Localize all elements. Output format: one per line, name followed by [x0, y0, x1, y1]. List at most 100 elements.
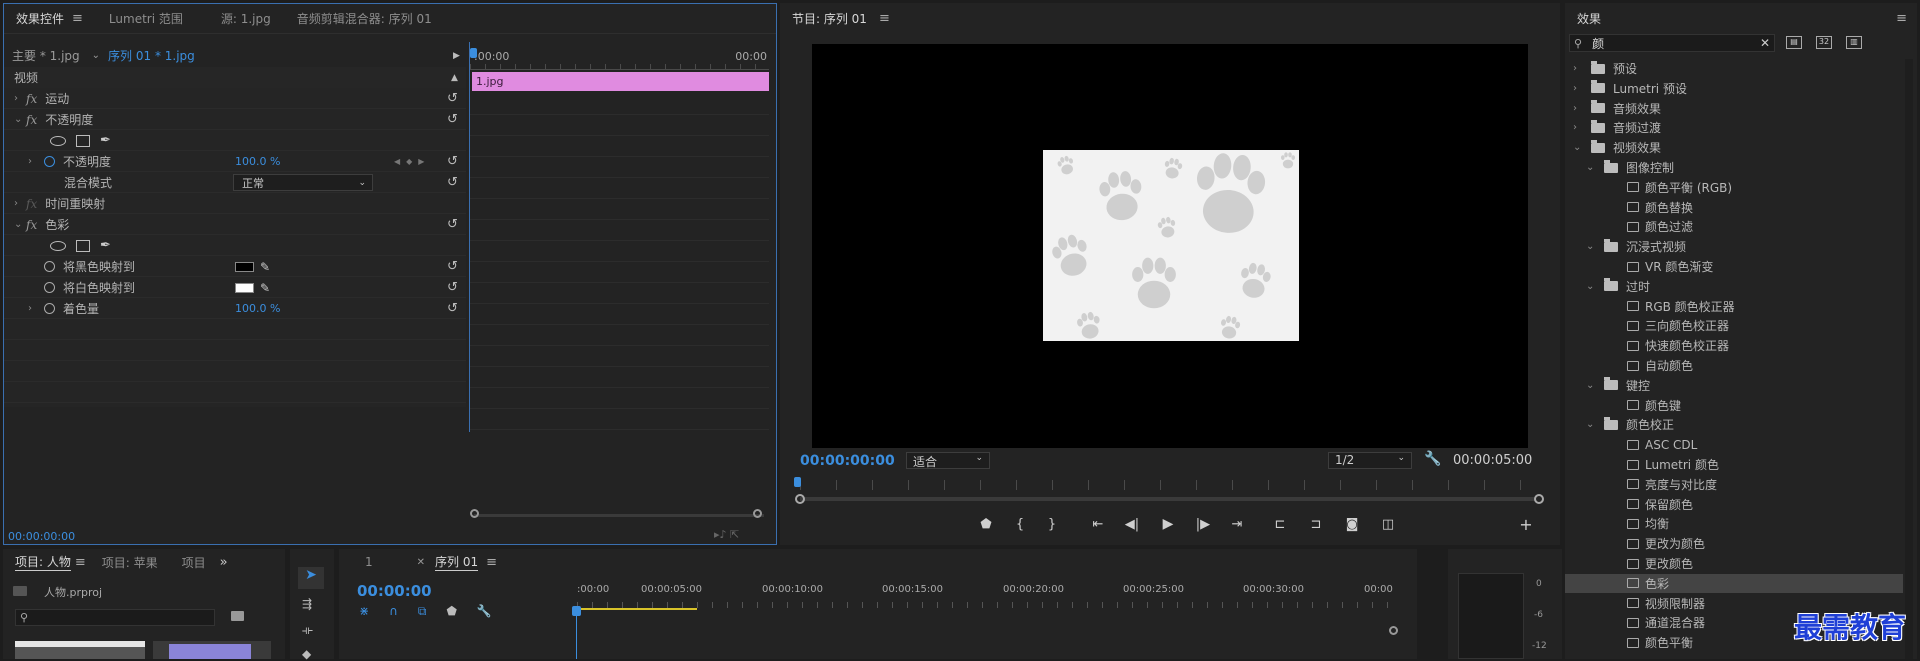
effects-effect-item[interactable]: 保留颜色	[1565, 495, 1903, 514]
effects-effect-item[interactable]: Lumetri 颜色	[1565, 455, 1903, 474]
add-marker-icon[interactable]: ⬟	[976, 517, 996, 532]
chevron-down-icon[interactable]: ⌄	[1586, 281, 1596, 292]
rectangle-mask-icon[interactable]	[76, 239, 90, 252]
selection-tool-icon[interactable]: ➤	[298, 567, 324, 589]
step-forward-icon[interactable]: |▶	[1193, 517, 1213, 532]
add-marker-icon[interactable]: ⬟	[446, 604, 456, 619]
panel-menu-icon[interactable]: ≡	[879, 11, 890, 26]
tab-lumetri-scopes[interactable]: Lumetri 范围	[109, 10, 183, 27]
play-icon[interactable]: ▶	[1158, 516, 1178, 532]
timeline-scroll-handle[interactable]	[1389, 626, 1398, 635]
search-input[interactable]: 颜	[1592, 35, 1604, 52]
lift-icon[interactable]: ⊏	[1270, 517, 1290, 532]
eyedropper-icon[interactable]: ✎	[260, 281, 270, 295]
program-zoom-bar[interactable]	[800, 497, 1536, 501]
chevron-right-icon[interactable]: ›	[28, 303, 38, 314]
ellipse-mask-icon[interactable]	[50, 135, 66, 146]
effect-row-time-remap[interactable]: › fx 时间重映射	[4, 193, 466, 214]
new-bin-icon[interactable]	[231, 611, 244, 621]
effects-effect-item[interactable]: 颜色替换	[1565, 198, 1903, 217]
chevron-right-icon[interactable]: ›	[1573, 122, 1583, 133]
ellipse-mask-icon[interactable]	[50, 240, 66, 251]
wrench-icon[interactable]: 🔧	[1424, 451, 1441, 467]
black-color-swatch[interactable]	[235, 261, 254, 272]
close-tab-icon[interactable]: ✕	[417, 557, 425, 568]
wrench-icon[interactable]: 🔧	[477, 604, 492, 619]
stopwatch-icon[interactable]	[44, 156, 55, 167]
program-playhead[interactable]	[794, 477, 801, 487]
playhead-marker[interactable]	[470, 48, 477, 58]
effects-effect-item[interactable]: 颜色过滤	[1565, 217, 1903, 236]
go-to-in-icon[interactable]: ⇤	[1088, 517, 1108, 532]
program-video-area[interactable]	[812, 44, 1528, 448]
blend-mode-select[interactable]: 正常 ⌄	[233, 174, 373, 191]
effect-row-color[interactable]: ⌄ fx 色彩 ↺	[4, 214, 466, 235]
reset-icon[interactable]: ↺	[447, 92, 461, 105]
effect-controls-timecode[interactable]: 00:00:00:00	[8, 530, 75, 543]
comparison-view-icon[interactable]: ◫	[1378, 517, 1398, 532]
fit-select[interactable]: 适合 ⌄	[906, 452, 990, 469]
chevron-down-icon[interactable]: ⌄	[1586, 162, 1596, 173]
linked-selection-icon[interactable]: ⧉	[418, 604, 427, 619]
thumbnail-1[interactable]	[15, 641, 145, 659]
panel-menu-icon[interactable]: ≡	[1896, 11, 1907, 26]
effects-scrollbar[interactable]	[1905, 59, 1913, 659]
yuv-effects-icon[interactable]: ▥	[1846, 36, 1862, 49]
accelerated-effects-icon[interactable]: ▤	[1786, 36, 1802, 49]
program-timecode[interactable]: 00:00:00:00	[800, 453, 895, 469]
snap-magnet-icon[interactable]: ∩	[389, 604, 398, 619]
mark-in-icon[interactable]: {	[1010, 517, 1030, 532]
zoom-handle-left[interactable]	[795, 494, 805, 504]
eyedropper-icon[interactable]: ✎	[260, 260, 270, 274]
clear-search-icon[interactable]: ✕	[1760, 36, 1770, 50]
effect-row-opacity[interactable]: ⌄ fx 不透明度 ↺	[4, 109, 466, 130]
export-frame-icon[interactable]: ◙	[1342, 517, 1362, 532]
reset-icon[interactable]: ↺	[447, 260, 461, 273]
nest-sequence-icon[interactable]: ⋇	[359, 604, 369, 619]
reset-icon[interactable]: ↺	[447, 176, 461, 189]
effects-effect-item[interactable]: 更改颜色	[1565, 554, 1903, 573]
chevron-right-icon[interactable]: ›	[1573, 63, 1583, 74]
effects-effect-item[interactable]: 色彩	[1565, 573, 1903, 593]
effects-folder-item[interactable]: › Lumetri 预设	[1565, 79, 1903, 98]
effects-folder-item[interactable]: ⌄ 颜色校正	[1565, 415, 1903, 434]
effects-effect-item[interactable]: RGB 颜色校正器	[1565, 297, 1903, 316]
tab-timeline-1[interactable]: 1	[365, 555, 373, 569]
chevron-down-icon[interactable]: ⌄	[14, 114, 24, 125]
fx-icon[interactable]: fx	[26, 218, 37, 232]
scroll-handle-right[interactable]	[753, 509, 762, 518]
chevron-right-icon[interactable]: ›	[14, 198, 24, 209]
effects-title[interactable]: 效果	[1577, 10, 1601, 27]
project-search-input[interactable]: ⚲	[15, 609, 215, 626]
effects-folder-item[interactable]: ⌄ 过时	[1565, 277, 1903, 296]
effects-folder-item[interactable]: › 音频过渡	[1565, 118, 1903, 137]
effects-effect-item[interactable]: 亮度与对比度	[1565, 475, 1903, 494]
export-icons[interactable]: ▸♪ ⇱	[714, 528, 739, 541]
tab-project[interactable]: 项目	[182, 554, 206, 571]
effects-folder-item[interactable]: › 预设	[1565, 59, 1903, 78]
white-color-swatch[interactable]	[235, 282, 254, 293]
effects-search-box[interactable]: ⚲ 颜 ✕	[1569, 34, 1775, 52]
effects-folder-item[interactable]: ⌄ 键控	[1565, 376, 1903, 395]
effects-effect-item[interactable]: 更改为颜色	[1565, 534, 1903, 553]
panel-menu-icon[interactable]: ≡	[486, 555, 497, 570]
effects-effect-item[interactable]: 三向颜色校正器	[1565, 316, 1903, 335]
effects-effect-item[interactable]: VR 颜色渐变	[1565, 257, 1903, 276]
reset-icon[interactable]: ↺	[447, 281, 461, 294]
mini-timeline[interactable]: :00:00 00:00 1.jpg	[469, 42, 769, 432]
effects-folder-item[interactable]: ⌄ 图像控制	[1565, 158, 1903, 177]
collapse-up-icon[interactable]: ▲	[451, 73, 458, 83]
tab-audio-clip-mixer[interactable]: 音频剪辑混合器: 序列 01	[297, 10, 432, 27]
32bit-effects-icon[interactable]: 32	[1816, 36, 1832, 49]
effects-effect-item[interactable]: 自动颜色	[1565, 356, 1903, 375]
chevron-right-icon[interactable]: ›	[1573, 103, 1583, 114]
effects-folder-item[interactable]: › 音频效果	[1565, 99, 1903, 118]
track-select-tool-icon[interactable]: ⇶	[302, 597, 312, 611]
chevron-right-icon[interactable]: ›	[1573, 83, 1583, 94]
scroll-handle-left[interactable]	[470, 509, 479, 518]
chevron-down-icon[interactable]: ⌄	[1586, 419, 1596, 430]
master-clip-label[interactable]: 主要 * 1.jpg	[12, 47, 80, 64]
sequence-clip-label[interactable]: 序列 01 * 1.jpg	[108, 47, 195, 64]
effects-effect-item[interactable]: 颜色键	[1565, 396, 1903, 415]
keyframe-nav-icon[interactable]: ◀◆▶	[394, 157, 430, 166]
